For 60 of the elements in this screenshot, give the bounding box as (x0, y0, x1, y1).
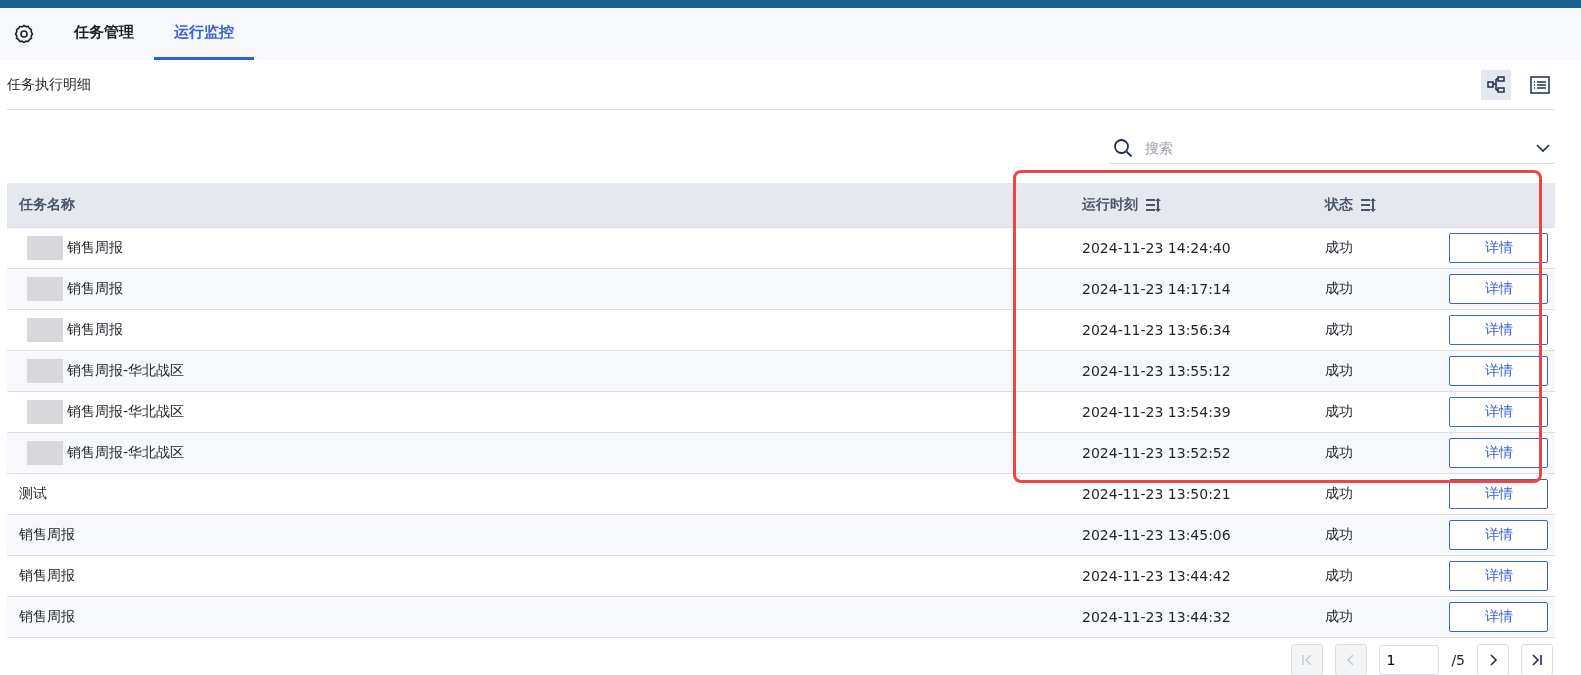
status-text: 成功 (1325, 526, 1354, 544)
details-button[interactable]: 详情 (1449, 315, 1548, 345)
column-header: 状态 (1325, 196, 1353, 214)
task-name: 销售周报 (67, 321, 123, 339)
run-time: 2024-11-23 13:44:42 (1082, 568, 1232, 584)
next-page-button[interactable] (1477, 644, 1509, 675)
status-text: 成功 (1325, 608, 1354, 626)
page-total: /5 (1451, 652, 1465, 668)
details-button[interactable]: 详情 (1449, 520, 1548, 550)
tab[interactable]: 运行监控 (154, 8, 254, 60)
last-page-icon (1530, 653, 1544, 667)
run-time: 2024-11-23 13:52:52 (1082, 445, 1232, 461)
task-name: 销售周报 (19, 567, 75, 585)
details-button[interactable]: 详情 (1449, 479, 1548, 509)
search-field[interactable]: 搜索 (1143, 138, 1525, 157)
search-icon (1113, 137, 1133, 158)
column-header: 运行时刻 (1082, 196, 1138, 214)
task-name: 销售周报 (19, 608, 75, 626)
status-text: 成功 (1325, 362, 1354, 380)
details-button[interactable]: 详情 (1449, 561, 1548, 591)
details-button[interactable]: 详情 (1449, 438, 1548, 468)
details-button[interactable]: 详情 (1449, 274, 1548, 304)
details-button[interactable]: 详情 (1449, 233, 1548, 263)
status-text: 成功 (1325, 485, 1354, 503)
task-name: 销售周报-华北战区 (67, 444, 185, 462)
first-page-icon (1300, 653, 1315, 667)
last-page-button[interactable] (1521, 644, 1553, 675)
status-text: 成功 (1325, 567, 1354, 585)
run-time: 2024-11-23 13:54:39 (1082, 404, 1232, 420)
run-time: 2024-11-23 13:45:06 (1082, 527, 1232, 543)
page-input[interactable]: 1 (1379, 645, 1440, 675)
sort-icon[interactable] (1146, 198, 1162, 212)
status-text: 成功 (1325, 321, 1354, 339)
task-name: 销售周报 (67, 280, 123, 298)
run-time: 2024-11-23 14:24:40 (1082, 240, 1232, 256)
task-name: 销售周报-华北战区 (67, 362, 185, 380)
section-title: 任务执行明细 (7, 75, 91, 94)
status-text: 成功 (1325, 444, 1354, 462)
details-button[interactable]: 详情 (1449, 602, 1548, 632)
task-name: 销售周报 (67, 239, 123, 257)
run-time: 2024-11-23 14:17:14 (1082, 281, 1232, 297)
sort-icon[interactable] (1361, 198, 1377, 212)
task-name: 测试 (19, 485, 47, 503)
details-button[interactable]: 详情 (1449, 397, 1548, 427)
status-text: 成功 (1325, 403, 1354, 421)
task-name: 销售周报-华北战区 (67, 403, 185, 421)
details-button[interactable]: 详情 (1449, 356, 1548, 386)
view-toggle-button[interactable] (1481, 69, 1511, 100)
status-text: 成功 (1325, 239, 1354, 257)
status-text: 成功 (1325, 280, 1354, 298)
run-time: 2024-11-23 13:55:12 (1082, 363, 1232, 379)
hierarchy-icon (1487, 75, 1505, 94)
tab[interactable]: 任务管理 (54, 8, 154, 60)
settings-icon[interactable] (14, 24, 34, 44)
task-name: 销售周报 (19, 526, 75, 544)
run-time: 2024-11-23 13:50:21 (1082, 486, 1232, 502)
list-icon (1530, 74, 1550, 95)
column-header: 任务名称 (19, 196, 75, 214)
run-time: 2024-11-23 13:44:32 (1082, 609, 1232, 625)
run-time: 2024-11-23 13:56:34 (1082, 322, 1232, 338)
